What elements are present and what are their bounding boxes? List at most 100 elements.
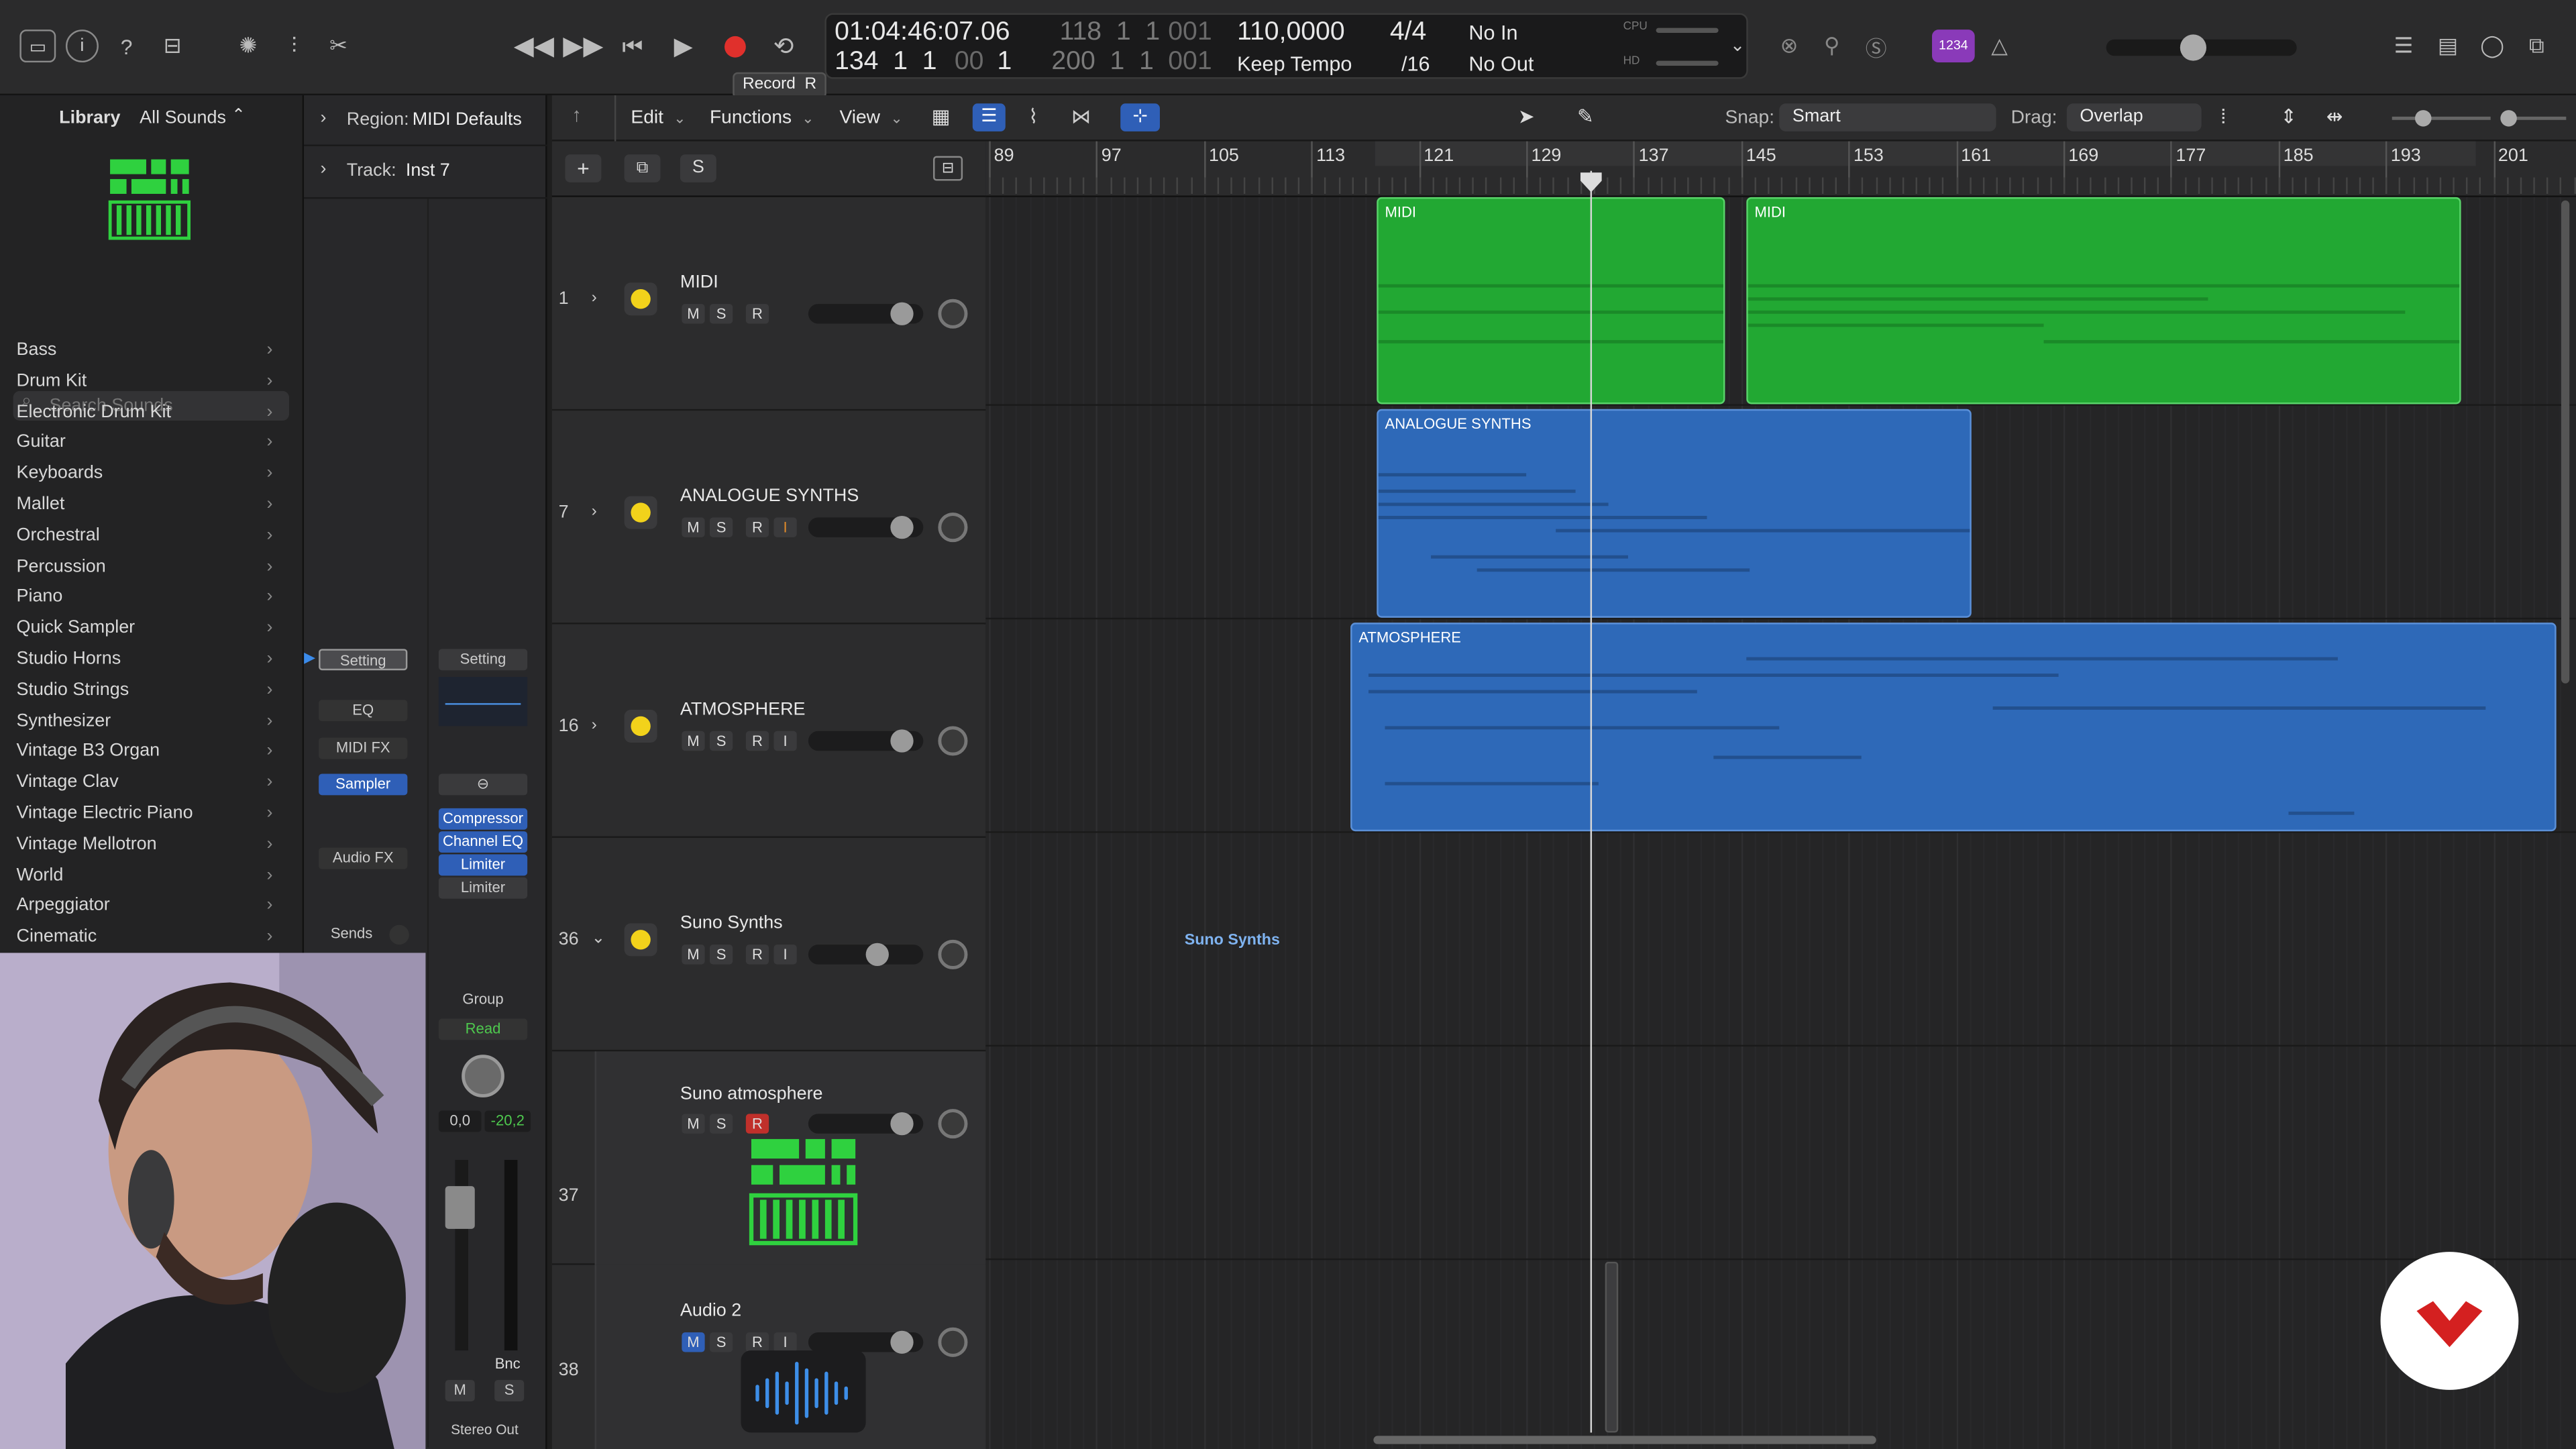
track-header[interactable]: 36 ⌄ Suno Synths M S R I bbox=[551, 837, 986, 1052]
library-filter-chevron-icon[interactable]: ⌃ bbox=[231, 107, 246, 125]
track-name[interactable]: ATMOSPHERE bbox=[680, 700, 806, 719]
library-item[interactable]: Orchestral › bbox=[16, 521, 279, 550]
solo-button[interactable]: S bbox=[709, 304, 733, 324]
sampler-plugin[interactable]: Sampler bbox=[319, 773, 408, 796]
global-solo-button[interactable]: S bbox=[680, 154, 716, 182]
automation-read[interactable]: Read bbox=[438, 1018, 528, 1040]
volume-knob[interactable] bbox=[890, 1330, 914, 1354]
eq-button[interactable]: EQ bbox=[319, 700, 408, 722]
audio-region[interactable] bbox=[1605, 1261, 1619, 1433]
metronome-icon[interactable]: △ bbox=[1981, 30, 2017, 62]
volume-knob[interactable] bbox=[890, 1112, 914, 1136]
track-value[interactable]: Inst 7 bbox=[406, 161, 450, 180]
editors-icon[interactable]: ✂ bbox=[321, 30, 357, 62]
edit-chevron-icon[interactable]: ⌄ bbox=[674, 110, 686, 128]
input-monitor-button[interactable]: I bbox=[773, 731, 797, 751]
track-name[interactable]: Suno atmosphere bbox=[680, 1084, 823, 1104]
track-volume-slider[interactable] bbox=[808, 1112, 924, 1136]
volume-knob[interactable] bbox=[890, 515, 914, 539]
library-item[interactable]: Arpeggiator › bbox=[16, 891, 279, 920]
mute-button[interactable]: M bbox=[445, 1380, 475, 1401]
library-item[interactable]: Studio Horns › bbox=[16, 644, 279, 674]
pointer-tool-icon[interactable]: ➤ bbox=[1518, 105, 1535, 128]
eq-thumbnail[interactable] bbox=[438, 676, 528, 727]
library-item[interactable]: Vintage Electric Piano › bbox=[16, 798, 279, 828]
chevron-right-icon[interactable]: › bbox=[592, 289, 597, 307]
notepad-icon[interactable]: ▤ bbox=[2430, 30, 2466, 62]
playhead-handle[interactable] bbox=[1580, 171, 1602, 193]
track-name[interactable]: ANALOGUE SYNTHS bbox=[680, 486, 859, 506]
library-item[interactable]: Guitar › bbox=[16, 428, 279, 458]
track-header[interactable]: 16 › ATMOSPHERE M S R I bbox=[551, 624, 986, 838]
browsers-icon[interactable]: ⧉ bbox=[2518, 30, 2555, 62]
library-item[interactable]: Percussion › bbox=[16, 551, 279, 581]
group-label[interactable]: Group bbox=[439, 989, 527, 1010]
atmosphere-region[interactable]: ATMOSPHERE bbox=[1350, 623, 2557, 832]
track-header[interactable]: 7 › ANALOGUE SYNTHS M S R I bbox=[551, 411, 986, 625]
library-item[interactable]: Quick Sampler › bbox=[16, 613, 279, 643]
list-view-icon[interactable]: ☰ bbox=[972, 103, 1006, 131]
midi-fx-button[interactable]: MIDI FX bbox=[319, 737, 408, 759]
add-track-icon[interactable]: + bbox=[565, 154, 602, 182]
loops-icon[interactable]: ◯ bbox=[2474, 30, 2510, 62]
library-item[interactable]: Studio Strings › bbox=[16, 675, 279, 704]
mute-button[interactable]: M bbox=[682, 731, 705, 751]
output-label[interactable]: Stereo Out bbox=[439, 1419, 531, 1441]
track-disclosure-icon[interactable]: › bbox=[321, 160, 327, 179]
track-icon[interactable] bbox=[624, 496, 657, 529]
volume-knob[interactable] bbox=[865, 943, 889, 967]
waveform-zoom-icon[interactable]: ⦙ bbox=[2221, 105, 2226, 130]
lcd-chevron-icon[interactable]: ⌄ bbox=[1730, 34, 1746, 56]
region-value[interactable]: MIDI Defaults bbox=[413, 110, 522, 129]
channel-eq-plugin[interactable]: Channel EQ bbox=[438, 831, 528, 853]
library-item[interactable]: Electronic Drum Kit › bbox=[16, 397, 279, 427]
flex-icon[interactable]: ⋈ bbox=[1071, 105, 1091, 128]
record-enable-button[interactable]: R bbox=[745, 731, 769, 751]
mute-button[interactable]: M bbox=[682, 517, 705, 537]
tuner-icon[interactable]: ⚲ bbox=[1814, 30, 1850, 62]
rewind-icon[interactable]: ◀◀ bbox=[514, 30, 554, 62]
drag-dropdown[interactable]: Overlap bbox=[2066, 103, 2202, 131]
pan-knob[interactable] bbox=[938, 939, 968, 969]
analogue-synths-region[interactable]: ANALOGUE SYNTHS bbox=[1377, 409, 1972, 618]
library-toggle-icon[interactable]: ▭ bbox=[19, 30, 56, 63]
setting-button-2[interactable]: Setting bbox=[438, 649, 528, 671]
snap-dropdown[interactable]: Smart bbox=[1779, 103, 1996, 131]
track-name[interactable]: MIDI bbox=[680, 273, 718, 292]
library-item[interactable]: Vintage B3 Organ › bbox=[16, 737, 279, 766]
input-monitor-button[interactable]: I bbox=[773, 517, 797, 537]
duplicate-track-icon[interactable]: ⧉ bbox=[624, 154, 661, 182]
library-item[interactable]: Synthesizer › bbox=[16, 706, 279, 735]
playhead[interactable] bbox=[1590, 170, 1593, 1433]
library-item[interactable]: Mallet › bbox=[16, 490, 279, 519]
pan-knob[interactable] bbox=[938, 1109, 968, 1139]
vertical-scrollbar[interactable] bbox=[2561, 200, 2570, 684]
send-slot[interactable] bbox=[389, 924, 409, 945]
solo-button[interactable]: S bbox=[709, 517, 733, 537]
solo-button[interactable]: S bbox=[709, 731, 733, 751]
track-icon[interactable] bbox=[624, 709, 657, 743]
horizontal-scrollbar[interactable] bbox=[1373, 1436, 1876, 1444]
input-monitor-button[interactable]: I bbox=[773, 945, 797, 965]
mute-button[interactable]: M bbox=[682, 304, 705, 324]
limiter-plugin-2[interactable]: Limiter bbox=[438, 877, 528, 899]
replace-icon[interactable]: ⊗ bbox=[1771, 30, 1807, 62]
vertical-zoom-slider[interactable] bbox=[2392, 110, 2491, 127]
help-icon[interactable]: ? bbox=[109, 30, 145, 62]
go-to-beginning-icon[interactable]: ⏮ bbox=[614, 30, 651, 62]
input-monitor-button[interactable]: I bbox=[773, 1332, 797, 1352]
horizontal-zoom-slider[interactable] bbox=[2500, 110, 2567, 127]
count-in-button[interactable]: 1234 bbox=[1932, 30, 1975, 63]
record-button[interactable] bbox=[716, 30, 753, 62]
library-item[interactable]: World › bbox=[16, 860, 279, 890]
library-filter[interactable]: All Sounds bbox=[140, 109, 226, 128]
snap-toggle-icon[interactable]: ⊹ bbox=[1120, 103, 1160, 131]
grid-view-icon[interactable]: ▦ bbox=[932, 105, 951, 128]
toolbar-toggle-icon[interactable]: ⊟ bbox=[154, 30, 191, 62]
library-item[interactable]: Cinematic › bbox=[16, 922, 279, 951]
fast-forward-icon[interactable]: ▶▶ bbox=[563, 30, 603, 62]
track-header[interactable]: 37 Suno atmosphere M S R bbox=[551, 1051, 986, 1265]
record-enable-button[interactable]: R bbox=[745, 945, 769, 965]
master-volume-slider[interactable] bbox=[2106, 34, 2297, 61]
peak-value[interactable]: -20,2 bbox=[484, 1110, 531, 1132]
